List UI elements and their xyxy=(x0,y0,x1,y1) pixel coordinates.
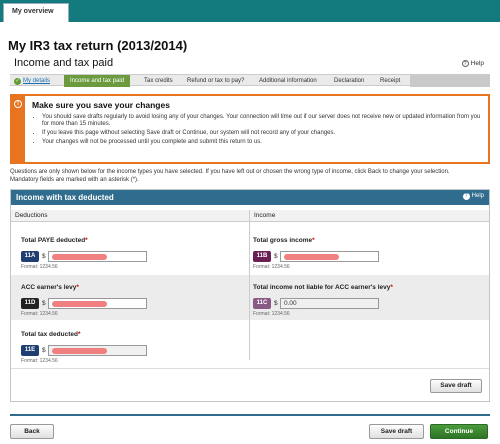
panel-help-link[interactable]: ? Help xyxy=(462,193,484,200)
page-title: My IR3 tax return (2013/2014) xyxy=(8,38,188,53)
required-marker: * xyxy=(85,237,88,244)
warning-list: You should save drafts regularly to avoi… xyxy=(42,114,482,147)
total-tax-label-text: Total tax deducted xyxy=(21,331,78,338)
total-tax-label: Total tax deducted* xyxy=(21,331,80,338)
code-11a: 11A xyxy=(21,251,39,262)
currency-symbol: $ xyxy=(42,347,46,354)
step-refund-or-tax: Refund or tax to pay? xyxy=(187,78,245,84)
intro-line-2: Mandatory fields are marked with an aste… xyxy=(10,177,139,183)
deductions-column-header: Deductions xyxy=(11,210,249,222)
question-icon: ? xyxy=(462,193,470,200)
acc-label-text: ACC earner's levy xyxy=(21,284,77,291)
help-label: Help xyxy=(470,60,484,67)
not-liable-label-text: Total income not liable for ACC earner's… xyxy=(253,284,391,291)
redacted-value xyxy=(52,254,107,260)
format-hint: Format: 1234.56 xyxy=(21,264,58,270)
intro-line-1: Questions are only shown below for the i… xyxy=(10,169,450,175)
warning-item: If you leave this page without selecting… xyxy=(42,130,482,137)
code-11b: 11B xyxy=(253,251,271,262)
code-11e: 11E xyxy=(21,345,39,356)
warning-stripe: ! xyxy=(12,96,25,162)
income-panel: Income with tax deducted ? Help Deduction… xyxy=(10,189,490,402)
currency-symbol: $ xyxy=(42,253,46,260)
top-nav-bar: My overview xyxy=(0,0,500,22)
warning-item: You should save drafts regularly to avoi… xyxy=(42,114,482,128)
page-subtitle: Income and tax paid xyxy=(14,57,114,69)
save-warning-box: ! Make sure you save your changes You sh… xyxy=(10,94,490,164)
page-help-link[interactable]: ? Help xyxy=(461,60,484,67)
gross-label-text: Total gross income xyxy=(253,237,313,244)
step-tax-credits: Tax credits xyxy=(144,78,173,84)
panel-title: Income with tax deducted xyxy=(16,193,114,202)
step-declaration: Declaration xyxy=(334,78,365,84)
required-marker: * xyxy=(76,284,79,291)
warning-title: Make sure you save your changes xyxy=(32,100,170,110)
check-icon: ✓ xyxy=(14,78,21,85)
gross-income-label: Total gross income* xyxy=(253,237,315,244)
step-additional-information: Additional information xyxy=(259,78,317,84)
required-marker: * xyxy=(312,237,315,244)
code-11c: 11C xyxy=(253,298,271,309)
format-hint: Format: 1234.56 xyxy=(21,311,58,317)
redacted-value xyxy=(52,348,107,354)
panel-divider xyxy=(11,368,489,369)
step-my-details[interactable]: ✓ My details xyxy=(14,75,50,87)
currency-symbol: $ xyxy=(274,300,278,307)
acc-levy-label: ACC earner's levy* xyxy=(21,284,79,291)
panel-header: Income with tax deducted ? Help xyxy=(11,190,489,205)
currency-symbol: $ xyxy=(42,300,46,307)
gross-income-input[interactable] xyxy=(280,251,379,262)
panel-help-label: Help xyxy=(471,193,484,199)
not-liable-label: Total income not liable for ACC earner's… xyxy=(253,284,393,291)
progress-steps: ✓ My details Income and tax paid Tax cred… xyxy=(10,74,490,87)
paye-label: Total PAYE deducted* xyxy=(21,237,88,244)
total-tax-input xyxy=(48,345,147,356)
acc-levy-input[interactable] xyxy=(48,298,147,309)
save-draft-button[interactable]: Save draft xyxy=(369,424,424,439)
warning-item: Your changes will not be processed until… xyxy=(42,139,482,146)
intro-text: Questions are only shown below for the i… xyxy=(10,168,495,184)
code-11d: 11D xyxy=(21,298,39,309)
income-column-header: Income xyxy=(250,210,489,222)
redacted-value xyxy=(52,301,107,307)
paye-label-text: Total PAYE deducted xyxy=(21,237,86,244)
required-marker: * xyxy=(390,284,393,291)
currency-symbol: $ xyxy=(274,253,278,260)
not-liable-input: 0.00 xyxy=(280,298,379,309)
question-icon: ? xyxy=(461,60,469,67)
format-hint: Format: 1234.56 xyxy=(21,358,58,364)
format-hint: Format: 1234.56 xyxy=(253,311,290,317)
progress-end xyxy=(410,75,490,87)
my-overview-tab[interactable]: My overview xyxy=(3,3,69,22)
format-hint: Format: 1234.56 xyxy=(253,264,290,270)
warning-icon: ! xyxy=(14,100,22,108)
paye-input[interactable] xyxy=(48,251,147,262)
footer-divider xyxy=(10,414,490,416)
redacted-value xyxy=(284,254,339,260)
step-label: My details xyxy=(23,78,51,84)
required-marker: * xyxy=(77,331,81,338)
column-divider xyxy=(249,210,250,360)
continue-button[interactable]: Continue xyxy=(430,424,488,439)
step-receipt: Receipt xyxy=(380,78,401,84)
step-income-and-tax-paid: Income and tax paid xyxy=(64,75,131,87)
panel-save-draft-button[interactable]: Save draft xyxy=(430,379,482,393)
back-button[interactable]: Back xyxy=(10,424,54,439)
